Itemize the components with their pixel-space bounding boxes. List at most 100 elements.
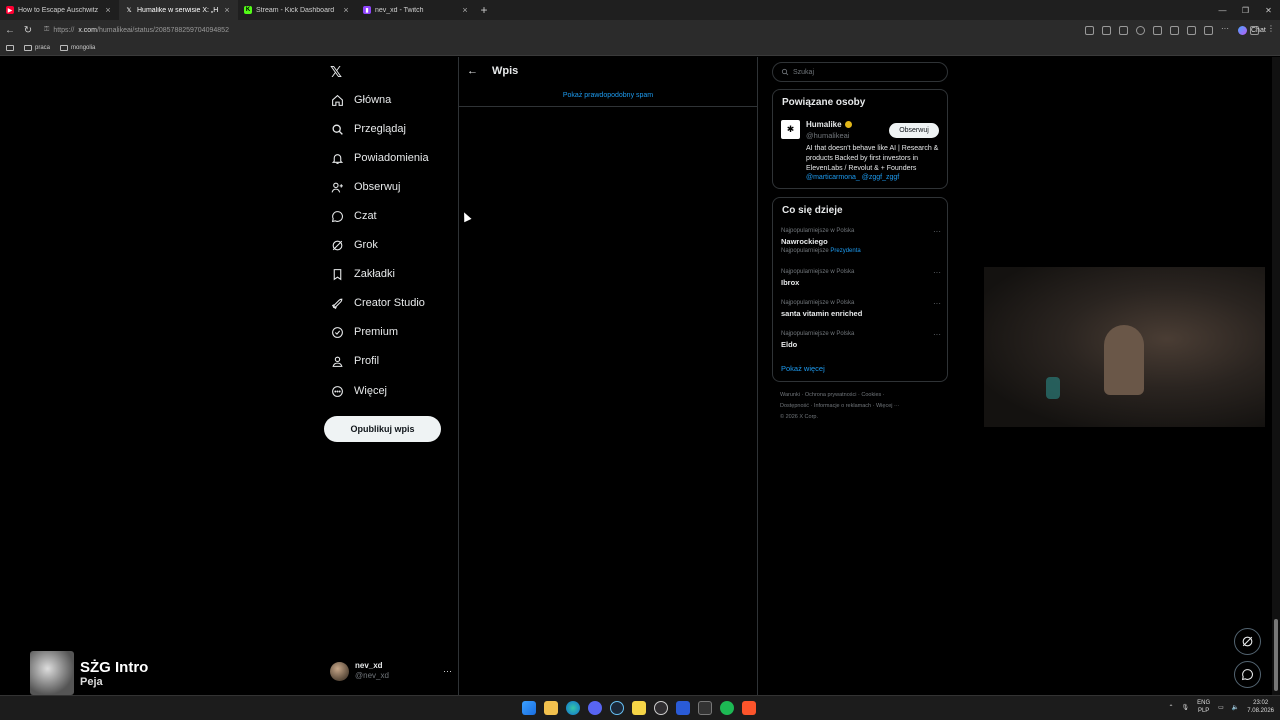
trend-item[interactable]: Najpopularniejsze w Polska santa vitamin… (781, 299, 941, 319)
favorite-star-icon[interactable] (1136, 25, 1145, 35)
close-tab-icon[interactable]: × (222, 5, 232, 15)
album-art (30, 651, 74, 695)
sidebar-item-chat[interactable]: Czat (330, 206, 377, 226)
back-icon[interactable]: ← (4, 25, 16, 36)
copilot-chat-button[interactable]: Chat (1238, 25, 1266, 35)
back-arrow-icon[interactable]: ← (467, 65, 478, 77)
more-horizontal-icon[interactable]: ··· (933, 330, 941, 339)
sidebar-item-follow[interactable]: Obserwuj (330, 177, 400, 197)
tab-title: Stream - Kick Dashboard (256, 6, 335, 14)
sidebar-item-bookmarks[interactable]: Zakładki (330, 264, 395, 284)
close-window-button[interactable]: ✕ (1257, 6, 1280, 15)
spotify-icon[interactable] (720, 701, 734, 715)
chevron-up-icon[interactable]: ⌃ (1168, 704, 1173, 711)
x-logo-icon[interactable]: 𝕏 (330, 63, 342, 81)
clock[interactable]: 23:02 7.08.2026 (1247, 699, 1274, 715)
follow-button[interactable]: Obserwuj (889, 123, 939, 138)
trend-related-link[interactable]: Prezydenta (830, 248, 860, 254)
tab-twitch[interactable]: ▮ nev_xd - Twitch × (357, 0, 476, 20)
close-tab-icon[interactable]: × (341, 5, 351, 15)
sidebar-item-profile[interactable]: Profil (330, 351, 379, 371)
start-icon[interactable] (522, 701, 536, 715)
share-icon[interactable] (1204, 25, 1213, 35)
footer-line[interactable]: Warunki · Ochrona prywatności · Cookies … (780, 390, 950, 401)
more-horizontal-icon[interactable]: ··· (933, 268, 941, 277)
chat-icon (330, 209, 344, 223)
language-indicator[interactable]: ENG PLP (1197, 699, 1210, 715)
refresh-icon[interactable]: ↻ (22, 25, 34, 36)
extensions-icon[interactable] (1153, 25, 1162, 35)
sidebar-menu-icon[interactable]: ⋮ (1267, 24, 1276, 35)
bookmark-folder-mongolia[interactable]: mongolia (60, 44, 95, 51)
sidebar-item-grok[interactable]: Grok (330, 235, 378, 255)
maximize-button[interactable]: ❐ (1234, 6, 1257, 15)
show-spam-link[interactable]: Pokaż prawdopodobny spam (459, 85, 757, 107)
more-horizontal-icon[interactable]: ··· (933, 227, 941, 236)
grok-floating-button[interactable] (1234, 628, 1261, 655)
terminal-icon[interactable] (698, 701, 712, 715)
bookmark-folder-praca[interactable]: praca (24, 44, 51, 51)
network-icon[interactable]: ▭ (1218, 704, 1224, 711)
tab-youtube[interactable]: ▶ How to Escape Auschwitz - YouTu × (0, 0, 119, 20)
footer-line[interactable]: Dostępność · Informacje o reklamach · Wi… (780, 401, 950, 412)
obs-icon[interactable] (654, 701, 668, 715)
trend-item[interactable]: Najpopularniejsze w Polska Nawrockiego N… (781, 227, 941, 256)
steam-icon[interactable] (610, 701, 624, 715)
browser-tab-bar: ▶ How to Escape Auschwitz - YouTu × 𝕏 Hu… (0, 0, 1280, 20)
app-available-icon[interactable] (1085, 25, 1094, 35)
post-button[interactable]: Opublikuj wpis (324, 416, 441, 442)
new-tab-button[interactable]: + (476, 3, 492, 17)
discord-icon[interactable] (588, 701, 602, 715)
sidebar-item-label: Profil (354, 355, 380, 367)
bell-icon (330, 151, 344, 165)
left-navigation: 𝕏 Główna Przeglądaj Powiadomienia Obserw… (322, 57, 458, 695)
collections-icon[interactable] (6, 44, 14, 51)
footer-links[interactable]: Warunki · Ochrona prywatności · Cookies … (780, 390, 950, 423)
more-options-icon[interactable]: ··· (1221, 24, 1230, 35)
lang-top: ENG (1197, 700, 1211, 706)
bio-mention-links[interactable]: @marticarmona_ @zggf_zggf (806, 174, 899, 181)
notes-icon[interactable] (632, 701, 646, 715)
favorites-icon[interactable] (1187, 25, 1196, 35)
messages-floating-button[interactable] (1234, 661, 1261, 688)
browser-essentials-icon[interactable] (1170, 25, 1179, 35)
kick-favicon-icon: K (244, 6, 252, 14)
toolbar-icons: ··· Chat ⋮ (1085, 24, 1276, 35)
sidebar-item-creator-studio[interactable]: Creator Studio (330, 293, 425, 313)
tab-x[interactable]: 𝕏 Humalike w serwisie X: „Humalike × (119, 0, 238, 20)
minimize-button[interactable]: — (1211, 6, 1234, 15)
more-horizontal-icon[interactable]: ··· (443, 666, 452, 676)
trend-item[interactable]: Najpopularniejsze w Polska Ibrox ··· (781, 268, 941, 288)
bookmark-label: praca (35, 44, 51, 51)
tab-title: How to Escape Auschwitz - YouTu (18, 6, 99, 14)
lang-bottom: PLP (1197, 708, 1210, 714)
sidebar-item-notifications[interactable]: Powiadomienia (330, 148, 429, 168)
sidebar-item-more[interactable]: Więcej (330, 381, 387, 401)
close-tab-icon[interactable]: × (103, 5, 113, 15)
verified-badge-icon (844, 121, 852, 128)
app-icon[interactable] (676, 701, 690, 715)
microphone-icon[interactable]: 🎙 (1182, 704, 1190, 711)
brave-icon[interactable] (742, 701, 756, 715)
close-tab-icon[interactable]: × (460, 5, 470, 15)
tab-kick[interactable]: K Stream - Kick Dashboard × (238, 0, 357, 20)
page-scrollbar[interactable] (1272, 57, 1280, 695)
url-field[interactable]: ⚿ https://x.com/humalikeai/status/208578… (44, 26, 229, 34)
search-icon (781, 68, 789, 76)
show-more-link[interactable]: Pokaż więcej (781, 364, 825, 373)
account-switcher[interactable]: nev_xd @nev_xd ··· (330, 660, 452, 682)
reader-icon[interactable] (1119, 25, 1128, 35)
sidebar-item-home[interactable]: Główna (330, 90, 391, 110)
page-title: Wpis (492, 65, 519, 77)
clock-date: 7.08.2026 (1247, 708, 1274, 714)
translate-icon[interactable] (1102, 25, 1111, 35)
file-explorer-icon[interactable] (544, 701, 558, 715)
scrollbar-thumb[interactable] (1274, 619, 1278, 691)
sidebar-item-explore[interactable]: Przeglądaj (330, 119, 406, 139)
trend-item[interactable]: Najpopularniejsze w Polska Eldo ··· (781, 330, 941, 350)
sidebar-item-premium[interactable]: Premium (330, 322, 398, 342)
more-horizontal-icon[interactable]: ··· (933, 299, 941, 308)
volume-icon[interactable]: 🔈 (1232, 704, 1239, 711)
search-input[interactable]: Szukaj (772, 62, 948, 82)
edge-icon[interactable] (566, 701, 580, 715)
